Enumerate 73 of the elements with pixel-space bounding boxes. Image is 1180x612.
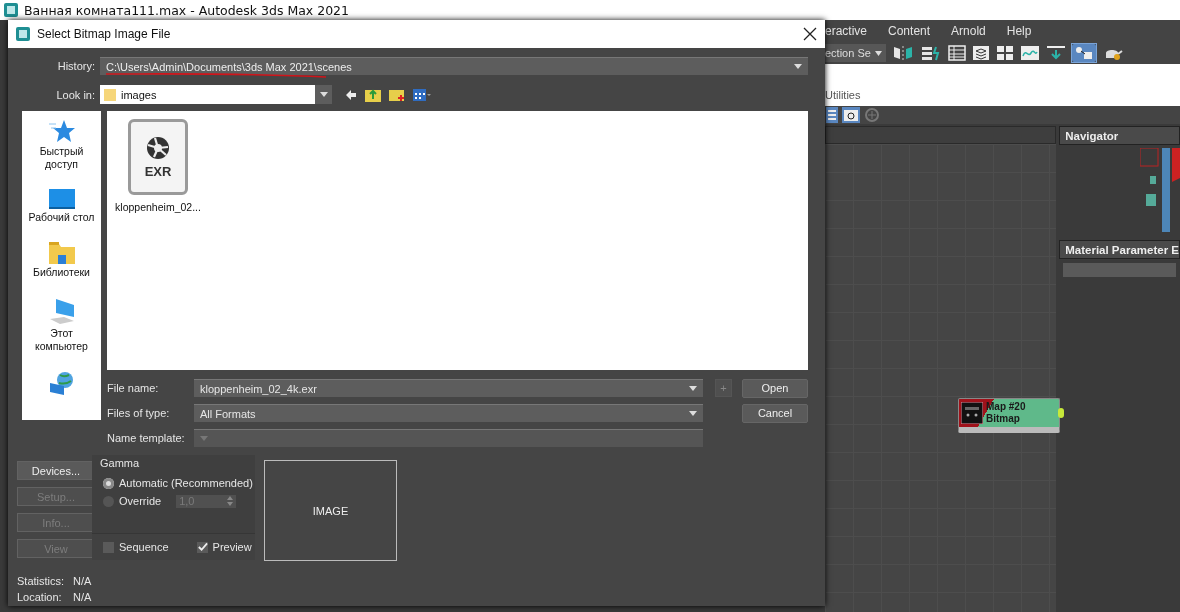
node-type: Bitmap bbox=[986, 413, 1021, 425]
group-title: Gamma bbox=[100, 457, 141, 469]
bitmap-thumbnail-icon bbox=[961, 402, 983, 424]
checkbox[interactable] bbox=[196, 541, 208, 553]
dialog-title: Select Bitmap Image File bbox=[37, 27, 172, 41]
output-port[interactable] bbox=[1058, 408, 1064, 418]
folder-icon bbox=[104, 87, 116, 102]
layers-icon[interactable] bbox=[971, 45, 990, 61]
caret-icon bbox=[319, 92, 328, 97]
menu-item[interactable]: Arnold bbox=[951, 24, 986, 38]
open-button[interactable]: Open bbox=[742, 378, 808, 398]
mirror-icon[interactable] bbox=[891, 45, 914, 61]
close-icon[interactable] bbox=[803, 27, 817, 41]
material-editor-icon[interactable] bbox=[1071, 44, 1096, 62]
place-item[interactable]: Быстрый доступ bbox=[23, 119, 100, 171]
caret-icon bbox=[200, 436, 208, 441]
place-item[interactable]: Библиотеки bbox=[23, 242, 100, 279]
side-button[interactable]: Devices... bbox=[17, 461, 95, 480]
radio-label: Automatic (Recommended) bbox=[119, 477, 253, 489]
caret-icon bbox=[874, 50, 882, 56]
new-folder-icon[interactable] bbox=[389, 87, 405, 102]
info-label: Location: bbox=[17, 591, 63, 603]
table-icon[interactable] bbox=[947, 45, 966, 61]
panel-header: Navigator bbox=[1059, 126, 1180, 145]
curve-editor-icon[interactable] bbox=[1019, 45, 1040, 61]
file-item[interactable]: EXR kloppenheim_02... bbox=[115, 119, 201, 213]
place-item[interactable]: Рабочий стол bbox=[23, 189, 100, 224]
download-icon[interactable] bbox=[1045, 45, 1066, 61]
field-label: Look in: bbox=[55, 88, 96, 101]
checkbox-label: Preview bbox=[212, 541, 252, 553]
menu-item[interactable]: Content bbox=[888, 24, 931, 38]
field-label: Name template: bbox=[107, 432, 186, 444]
field-label: Files of type: bbox=[107, 407, 171, 419]
view-menu-icon[interactable] bbox=[413, 87, 431, 102]
field-label: History: bbox=[56, 60, 96, 72]
radio-button[interactable] bbox=[103, 477, 114, 489]
checkbox[interactable] bbox=[103, 541, 114, 553]
folder-up-icon[interactable] bbox=[365, 87, 381, 102]
field-label: File name: bbox=[107, 382, 160, 394]
network-globe-icon bbox=[47, 371, 76, 397]
dropdown-field[interactable]: kloppenheim_02_4k.exr bbox=[194, 379, 703, 397]
schematic-icon[interactable] bbox=[995, 45, 1014, 61]
menu-item[interactable]: eractive bbox=[825, 24, 868, 38]
image-preview: IMAGE bbox=[264, 460, 397, 561]
info-value: N/A bbox=[73, 575, 92, 587]
align-icon[interactable] bbox=[919, 45, 942, 61]
dropdown-field[interactable]: All Formats bbox=[194, 404, 703, 422]
look-in-dropdown[interactable]: images bbox=[100, 85, 332, 104]
app-icon bbox=[4, 3, 18, 17]
exr-file-icon: EXR bbox=[128, 119, 188, 195]
render-window-icon[interactable] bbox=[842, 107, 860, 123]
checker-ball-icon[interactable] bbox=[864, 107, 880, 123]
star-icon bbox=[48, 119, 75, 143]
history-dropdown[interactable]: C:\Users\Admin\Documents\3ds Max 2021\scenes bbox=[100, 57, 808, 75]
app-icon bbox=[16, 27, 30, 41]
radio-label: Override bbox=[119, 495, 162, 507]
cancel-button[interactable]: Cancel bbox=[742, 403, 808, 423]
info-value: N/A bbox=[73, 591, 92, 603]
folder-icon bbox=[48, 242, 75, 264]
caret-icon bbox=[689, 386, 697, 391]
app-title: Ванная комната111.max - Autodesk 3ds Max 2021 bbox=[24, 2, 350, 18]
caret-icon bbox=[689, 411, 697, 416]
selection-set-dropdown[interactable]: ection Se bbox=[825, 44, 886, 62]
monitor-icon bbox=[48, 189, 75, 209]
spinner-arrows-icon bbox=[227, 496, 234, 506]
back-arrow-icon[interactable] bbox=[345, 88, 357, 101]
list-icon[interactable] bbox=[826, 107, 838, 123]
place-item[interactable]: Этот компьютер bbox=[23, 297, 100, 353]
menu-item[interactable]: Help bbox=[1006, 24, 1032, 38]
checkbox-label: Sequence bbox=[119, 541, 169, 553]
caret-icon bbox=[794, 64, 802, 69]
info-label: Statistics: bbox=[17, 575, 66, 587]
panel-header: Material Parameter E bbox=[1059, 240, 1180, 259]
